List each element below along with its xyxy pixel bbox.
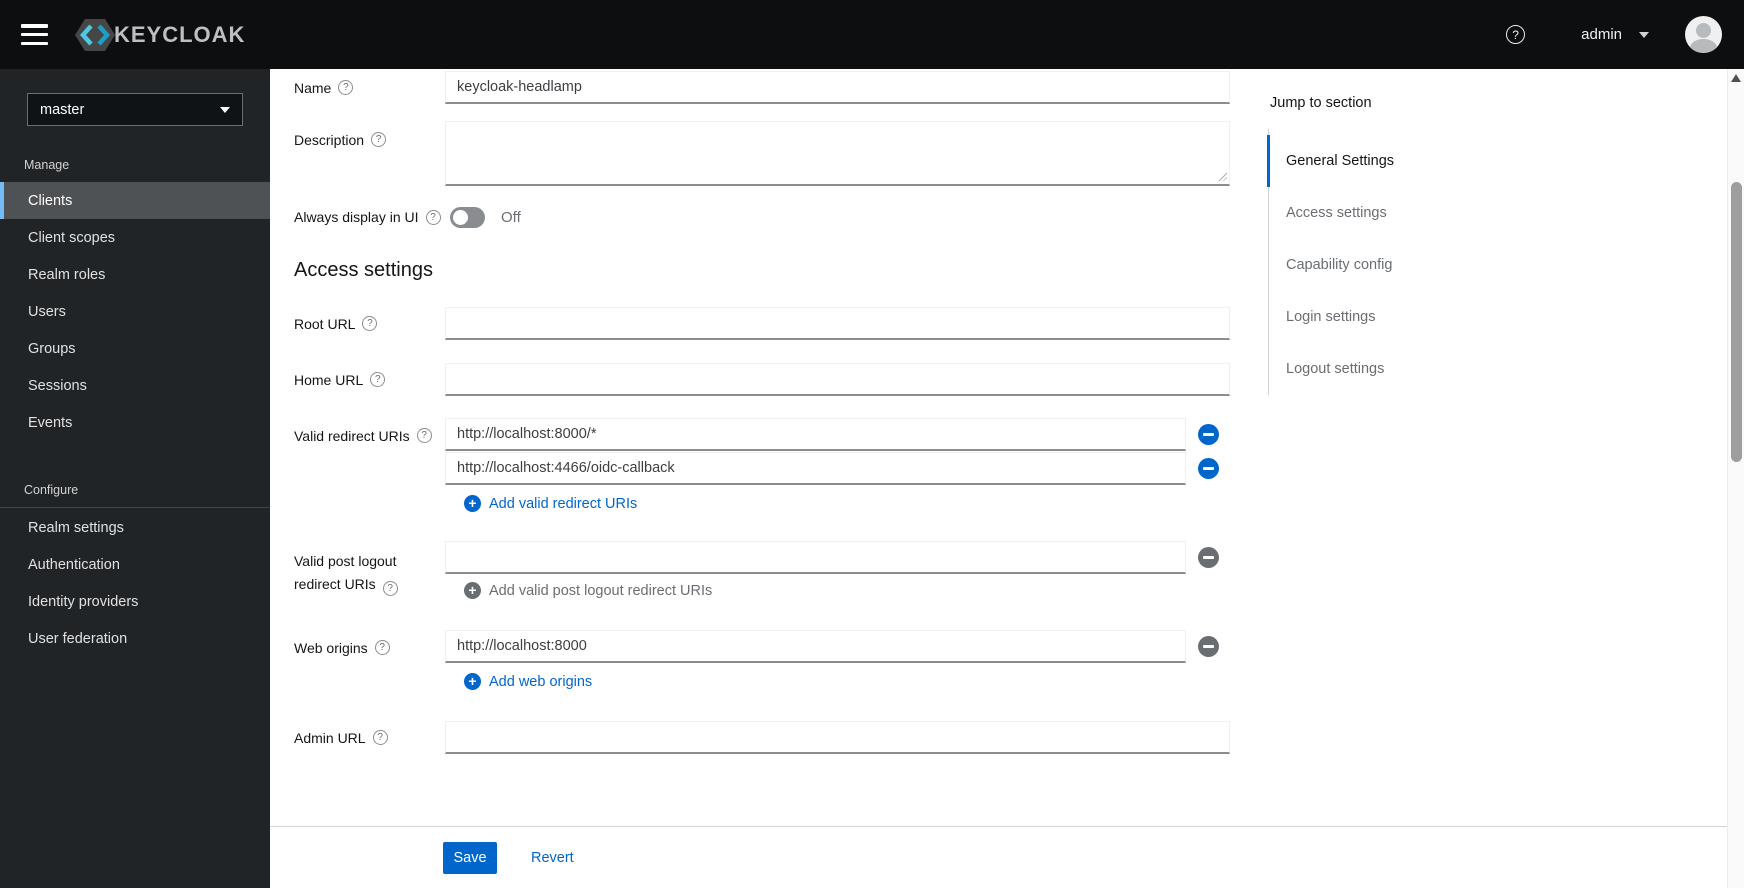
sidebar-item-user-federation[interactable]: User federation — [0, 620, 270, 657]
realm-selector[interactable]: master — [27, 93, 243, 126]
remove-web-origin-button — [1198, 636, 1219, 657]
help-icon[interactable]: ? — [338, 80, 354, 95]
plus-icon: + — [464, 495, 481, 512]
nav-section-title: Manage — [24, 158, 70, 172]
toggle-state-label: Off — [501, 208, 521, 226]
access-settings-heading: Access settings — [294, 259, 433, 281]
redirect-uri-input[interactable] — [445, 452, 1186, 485]
plus-icon: + — [464, 582, 481, 599]
help-icon[interactable]: ? — [382, 581, 398, 596]
nav-divider — [0, 507, 270, 508]
user-name: admin — [1581, 26, 1622, 43]
plus-icon: + — [464, 673, 481, 690]
sidebar-item-events[interactable]: Events — [0, 404, 270, 441]
avatar — [1685, 16, 1722, 53]
description-label: Description — [294, 132, 365, 148]
sidebar-item-groups[interactable]: Groups — [0, 330, 270, 367]
chevron-down-icon — [220, 106, 230, 113]
admin-url-row: Admin URL ? — [294, 721, 1230, 754]
keycloak-logo[interactable]: KEYCLOAK — [74, 16, 245, 54]
vertical-scrollbar[interactable] — [1727, 69, 1744, 888]
sidebar-item-authentication[interactable]: Authentication — [0, 546, 270, 583]
root-url-label: Root URL — [294, 315, 356, 332]
revert-button[interactable]: Revert — [531, 850, 574, 866]
jump-to-section-panel: Jump to section General Settings Access … — [1267, 69, 1588, 395]
save-button[interactable]: Save — [443, 841, 497, 874]
remove-redirect-uri-button[interactable] — [1198, 458, 1219, 479]
brand-text: KEYCLOAK — [114, 21, 246, 47]
root-url-row: Root URL ? — [294, 307, 1230, 340]
home-url-label: Home URL — [294, 371, 364, 388]
redirect-uris-label: Valid redirect URIs — [294, 428, 410, 444]
masthead: KEYCLOAK ? admin — [0, 0, 1744, 69]
help-icon[interactable]: ? — [425, 209, 441, 225]
web-origins-label: Web origins — [294, 640, 368, 656]
redirect-uris-row: Valid redirect URIs ? + Add valid redire… — [294, 418, 1230, 512]
sidebar-item-realm-settings[interactable]: Realm settings — [0, 509, 270, 546]
jump-item-access-settings[interactable]: Access settings — [1267, 187, 1588, 239]
jump-item-logout-settings[interactable]: Logout settings — [1267, 343, 1588, 395]
user-menu-dropdown[interactable]: admin — [1581, 26, 1649, 43]
remove-redirect-uri-button[interactable] — [1198, 424, 1219, 445]
jump-item-general-settings[interactable]: General Settings — [1267, 135, 1588, 187]
scrollbar-thumb[interactable] — [1731, 182, 1742, 462]
jump-item-login-settings[interactable]: Login settings — [1267, 291, 1588, 343]
help-icon[interactable]: ? — [371, 132, 387, 147]
scroll-up-arrow-icon[interactable] — [1731, 74, 1741, 82]
nav-toggle-button[interactable] — [21, 24, 48, 45]
name-row: Name ? — [294, 71, 1230, 104]
jump-list: General Settings Access settings Capabil… — [1267, 129, 1588, 395]
help-icon[interactable]: ? — [374, 640, 390, 655]
sidebar-item-identity-providers[interactable]: Identity providers — [0, 583, 270, 620]
post-logout-uri-input[interactable] — [445, 541, 1186, 574]
root-url-input[interactable] — [445, 307, 1230, 340]
sidebar-item-client-scopes[interactable]: Client scopes — [0, 219, 270, 256]
sidebar: master Manage Clients Client scopes Real… — [0, 69, 270, 888]
home-url-row: Home URL ? — [294, 363, 1230, 396]
help-icon[interactable]: ? — [362, 316, 378, 331]
remove-post-logout-uri-button — [1198, 547, 1219, 568]
web-origin-input[interactable] — [445, 630, 1186, 663]
add-post-logout-uri-button: + Add valid post logout redirect URIs — [464, 582, 712, 599]
sidebar-item-users[interactable]: Users — [0, 293, 270, 330]
admin-url-input[interactable] — [445, 721, 1230, 754]
client-settings-form: Name ? Description ? Always display in U… — [270, 69, 1727, 888]
always-display-label: Always display in UI — [294, 209, 419, 225]
name-label: Name — [294, 79, 332, 96]
post-logout-uris-label: Valid post logout redirect URIs — [294, 553, 397, 592]
jump-panel-title: Jump to section — [1270, 95, 1372, 111]
add-redirect-uri-button[interactable]: + Add valid redirect URIs — [464, 495, 637, 512]
always-display-row: Always display in UI ? Off — [294, 206, 1230, 228]
nav-section-configure: Configure Realm settings Authentication … — [0, 483, 270, 657]
nav-section-manage: Manage Clients Client scopes Realm roles… — [0, 158, 270, 441]
post-logout-uris-row: Valid post logout redirect URIs? + Add v… — [294, 541, 1230, 599]
nav-section-title: Configure — [24, 483, 79, 497]
help-icon[interactable]: ? — [1506, 25, 1526, 44]
redirect-uri-input[interactable] — [445, 418, 1186, 451]
sidebar-item-realm-roles[interactable]: Realm roles — [0, 256, 270, 293]
always-display-toggle[interactable] — [450, 206, 485, 228]
add-web-origin-button[interactable]: + Add web origins — [464, 673, 592, 690]
form-action-bar: Save Revert — [270, 826, 1727, 888]
name-input[interactable] — [445, 71, 1230, 104]
help-icon[interactable]: ? — [370, 372, 386, 387]
admin-url-label: Admin URL — [294, 729, 366, 746]
keycloak-logo-icon — [75, 18, 115, 51]
jump-item-capability-config[interactable]: Capability config — [1267, 239, 1588, 291]
home-url-input[interactable] — [445, 363, 1230, 396]
help-icon[interactable]: ? — [416, 428, 432, 443]
chevron-down-icon — [1639, 31, 1649, 38]
sidebar-item-clients[interactable]: Clients — [0, 182, 270, 219]
description-row: Description ? — [294, 121, 1230, 186]
help-icon[interactable]: ? — [372, 730, 388, 745]
sidebar-item-sessions[interactable]: Sessions — [0, 367, 270, 404]
web-origins-row: Web origins ? + Add web origins — [294, 630, 1230, 690]
description-textarea[interactable] — [445, 121, 1230, 186]
realm-selector-value: master — [40, 101, 85, 118]
